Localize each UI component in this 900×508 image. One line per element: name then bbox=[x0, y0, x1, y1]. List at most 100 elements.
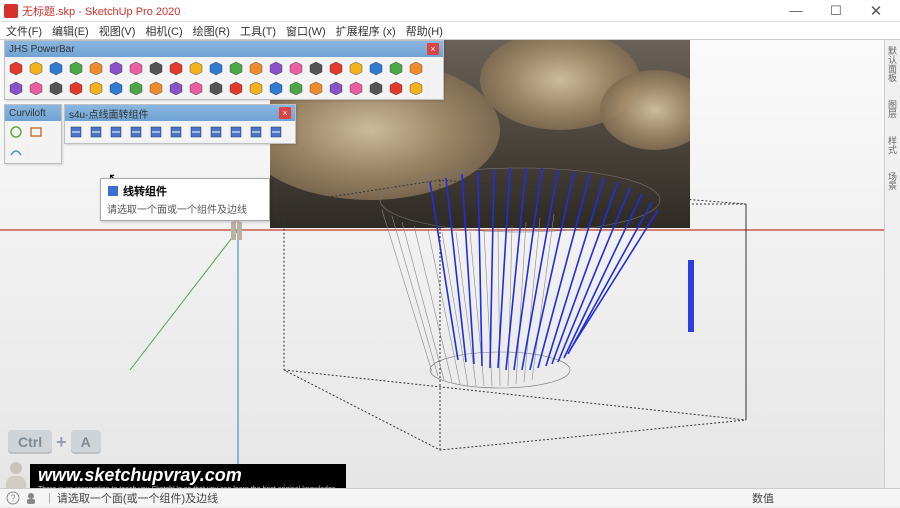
panel-jhs-powerbar[interactable]: JHS PowerBar × bbox=[4, 40, 444, 100]
s4u-tool-10[interactable] bbox=[267, 123, 285, 141]
powerbar-tool-11[interactable] bbox=[227, 59, 245, 77]
powerbar-tool-1[interactable] bbox=[27, 59, 45, 77]
panel-title-powerbar: JHS PowerBar bbox=[9, 44, 75, 55]
powerbar-tool-4[interactable] bbox=[87, 59, 105, 77]
powerbar-tool-21[interactable] bbox=[7, 79, 25, 97]
powerbar-tool-32[interactable] bbox=[227, 79, 245, 97]
s4u-tool-5[interactable] bbox=[167, 123, 185, 141]
s4u-tool-3[interactable] bbox=[127, 123, 145, 141]
powerbar-tool-2[interactable] bbox=[47, 59, 65, 77]
powerbar-tool-35[interactable] bbox=[287, 79, 305, 97]
watermark-url: www.sketchupvray.com bbox=[38, 466, 338, 486]
s4u-tool-4[interactable] bbox=[147, 123, 165, 141]
powerbar-tool-20[interactable] bbox=[407, 59, 425, 77]
menu-window[interactable]: 窗口(W) bbox=[284, 23, 328, 39]
powerbar-tool-38[interactable] bbox=[347, 79, 365, 97]
powerbar-tool-25[interactable] bbox=[87, 79, 105, 97]
tooltip-title: 线转组件 bbox=[123, 183, 167, 199]
powerbar-tool-30[interactable] bbox=[187, 79, 205, 97]
s4u-tool-9[interactable] bbox=[247, 123, 265, 141]
powerbar-tool-3[interactable] bbox=[67, 59, 85, 77]
help-icon[interactable]: ? bbox=[6, 491, 20, 505]
wire-lamp-model[interactable] bbox=[380, 168, 660, 388]
powerbar-tool-37[interactable] bbox=[327, 79, 345, 97]
s4u-tool-7[interactable] bbox=[207, 123, 225, 141]
menu-help[interactable]: 帮助(H) bbox=[404, 23, 445, 39]
close-icon[interactable]: × bbox=[427, 43, 439, 55]
menu-view[interactable]: 视图(V) bbox=[97, 23, 138, 39]
curviloft-loft-icon[interactable] bbox=[7, 123, 25, 141]
titlebar: 无标题.skp - SketchUp Pro 2020 — ☐ ✕ bbox=[0, 0, 900, 22]
curviloft-skin-icon[interactable] bbox=[27, 123, 45, 141]
powerbar-tool-36[interactable] bbox=[307, 79, 325, 97]
svg-text:?: ? bbox=[10, 493, 15, 503]
powerbar-tool-19[interactable] bbox=[387, 59, 405, 77]
close-button[interactable]: ✕ bbox=[856, 0, 896, 22]
panel-header-s4u[interactable]: s4u-点线面转组件 × bbox=[65, 105, 295, 121]
powerbar-tool-7[interactable] bbox=[147, 59, 165, 77]
hotkey-overlay: Ctrl + A bbox=[8, 430, 101, 454]
s4u-tool-1[interactable] bbox=[87, 123, 105, 141]
tray-styles[interactable]: 样式 bbox=[886, 136, 899, 154]
panel-title-curviloft: Curviloft bbox=[9, 108, 46, 119]
panel-s4u[interactable]: s4u-点线面转组件 × bbox=[64, 104, 296, 144]
powerbar-tool-18[interactable] bbox=[367, 59, 385, 77]
panel-header-curviloft[interactable]: Curviloft bbox=[5, 105, 61, 121]
s4u-tool-8[interactable] bbox=[227, 123, 245, 141]
powerbar-tool-28[interactable] bbox=[147, 79, 165, 97]
powerbar-tool-41[interactable] bbox=[407, 79, 425, 97]
powerbar-tool-0[interactable] bbox=[7, 59, 25, 77]
powerbar-tool-34[interactable] bbox=[267, 79, 285, 97]
person-icon[interactable] bbox=[24, 491, 38, 505]
right-trays[interactable]: 默认面板 图层 样式 场景 bbox=[884, 40, 900, 488]
maximize-button[interactable]: ☐ bbox=[816, 0, 856, 22]
s4u-tool-2[interactable] bbox=[107, 123, 125, 141]
menu-ext[interactable]: 扩展程序 (x) bbox=[334, 23, 398, 39]
powerbar-tool-6[interactable] bbox=[127, 59, 145, 77]
powerbar-tool-33[interactable] bbox=[247, 79, 265, 97]
menu-camera[interactable]: 相机(C) bbox=[143, 23, 184, 39]
curviloft-path-icon[interactable] bbox=[7, 143, 25, 161]
powerbar-tool-39[interactable] bbox=[367, 79, 385, 97]
powerbar-tool-23[interactable] bbox=[47, 79, 65, 97]
tray-scenes[interactable]: 场景 bbox=[886, 172, 899, 190]
viewport-area[interactable]: JHS PowerBar × Curviloft s4u-点线面转组件 × ↖ … bbox=[0, 40, 900, 488]
powerbar-tool-17[interactable] bbox=[347, 59, 365, 77]
menu-edit[interactable]: 编辑(E) bbox=[50, 23, 91, 39]
powerbar-tool-22[interactable] bbox=[27, 79, 45, 97]
panel-header-powerbar[interactable]: JHS PowerBar × bbox=[5, 41, 443, 57]
powerbar-tool-10[interactable] bbox=[207, 59, 225, 77]
powerbar-tool-40[interactable] bbox=[387, 79, 405, 97]
menu-file[interactable]: 文件(F) bbox=[4, 23, 44, 39]
powerbar-tool-27[interactable] bbox=[127, 79, 145, 97]
powerbar-tool-12[interactable] bbox=[247, 59, 265, 77]
tooltip-body: 请选取一个面或一个组件及边线 bbox=[107, 201, 263, 216]
s4u-tool-0[interactable] bbox=[67, 123, 85, 141]
tray-layers[interactable]: 图层 bbox=[886, 100, 899, 118]
powerbar-tool-8[interactable] bbox=[167, 59, 185, 77]
tray-default[interactable]: 默认面板 bbox=[886, 46, 899, 82]
powerbar-tool-16[interactable] bbox=[327, 59, 345, 77]
menubar: 文件(F) 编辑(E) 视图(V) 相机(C) 绘图(R) 工具(T) 窗口(W… bbox=[0, 22, 900, 40]
powerbar-tool-9[interactable] bbox=[187, 59, 205, 77]
powerbar-tool-24[interactable] bbox=[67, 79, 85, 97]
powerbar-tool-31[interactable] bbox=[207, 79, 225, 97]
menu-draw[interactable]: 绘图(R) bbox=[191, 23, 232, 39]
s4u-tool-6[interactable] bbox=[187, 123, 205, 141]
window-title: 无标题.skp - SketchUp Pro 2020 bbox=[22, 3, 180, 19]
toolbar-s4u bbox=[65, 121, 295, 143]
key-a: A bbox=[71, 430, 101, 454]
powerbar-tool-26[interactable] bbox=[107, 79, 125, 97]
minimize-button[interactable]: — bbox=[776, 0, 816, 22]
toolbar-curviloft bbox=[5, 121, 61, 163]
menu-tools[interactable]: 工具(T) bbox=[238, 23, 278, 39]
close-icon[interactable]: × bbox=[279, 107, 291, 119]
powerbar-tool-13[interactable] bbox=[267, 59, 285, 77]
powerbar-tool-14[interactable] bbox=[287, 59, 305, 77]
tool-icon bbox=[107, 185, 119, 197]
powerbar-tool-5[interactable] bbox=[107, 59, 125, 77]
powerbar-tool-15[interactable] bbox=[307, 59, 325, 77]
powerbar-tool-29[interactable] bbox=[167, 79, 185, 97]
panel-curviloft[interactable]: Curviloft bbox=[4, 104, 62, 164]
selected-edge[interactable] bbox=[688, 260, 694, 332]
